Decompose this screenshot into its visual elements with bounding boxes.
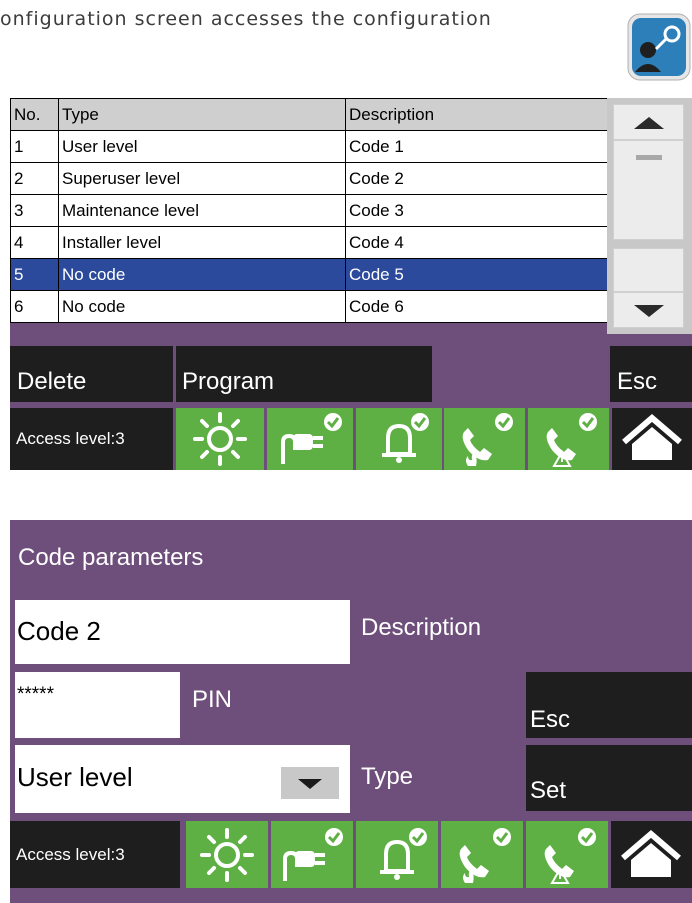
cell-description: Code 2 — [345, 162, 608, 195]
user-key-icon — [626, 10, 692, 82]
description-label: Description — [361, 614, 482, 641]
set-button[interactable]: Set — [526, 745, 692, 811]
cell-no: 6 — [10, 290, 59, 323]
esc-button[interactable]: Esc — [526, 672, 692, 738]
cell-type: Maintenance level — [58, 194, 346, 227]
home-button[interactable] — [612, 408, 692, 470]
table-row[interactable]: 6 No code Code 6 — [10, 290, 608, 323]
home-icon — [622, 414, 682, 460]
codes-list-panel: No. Type Description 1 User level Code 1… — [10, 98, 692, 470]
pin-field[interactable]: ***** — [15, 672, 180, 738]
page-title: Code parameters — [18, 544, 204, 571]
access-level-indicator: Access level:3 — [10, 821, 180, 888]
intro-text: onfiguration screen accesses the configu… — [0, 8, 492, 30]
description-field[interactable]: Code 2 — [15, 600, 350, 664]
scroll-grip-icon — [636, 155, 662, 160]
bell-check-icon — [382, 413, 429, 463]
status-sun-tile — [176, 408, 264, 470]
cell-no: 3 — [10, 194, 59, 227]
phone-warning-check-icon — [546, 413, 597, 467]
status-alarm-tile — [356, 408, 442, 470]
status-fault-call-tile — [526, 821, 608, 888]
cell-type: Superuser level — [58, 162, 346, 195]
triangle-down-icon — [634, 305, 664, 317]
table-row[interactable]: 1 User level Code 1 — [10, 130, 608, 163]
scroll-up-button[interactable] — [613, 104, 684, 140]
table-scrollbar[interactable] — [607, 98, 692, 334]
column-header-type: Type — [58, 98, 346, 131]
access-level-indicator: Access level:3 — [10, 408, 173, 470]
table-row[interactable]: 4 Installer level Code 4 — [10, 226, 608, 259]
phone-fire-check-icon — [459, 828, 511, 883]
type-dropdown-button[interactable] — [281, 767, 339, 799]
scroll-thumb[interactable] — [613, 140, 684, 240]
cell-description: Code 6 — [345, 290, 608, 323]
bell-check-icon — [380, 828, 427, 880]
sun-icon — [200, 828, 254, 882]
cell-description: Code 1 — [345, 130, 608, 163]
phone-warning-check-icon — [544, 828, 596, 884]
home-icon — [621, 830, 681, 877]
type-select-value: User level — [17, 762, 133, 792]
codes-table: No. Type Description 1 User level Code 1… — [10, 98, 608, 323]
status-alarm-tile — [356, 821, 438, 888]
status-power-tile — [267, 408, 353, 470]
cell-no: 1 — [10, 130, 59, 163]
table-row[interactable]: 2 Superuser level Code 2 — [10, 162, 608, 195]
power-plug-check-icon — [283, 828, 343, 881]
phone-fire-check-icon — [462, 413, 513, 466]
table-row-selected[interactable]: 5 No code Code 5 — [10, 258, 608, 291]
cell-no: 2 — [10, 162, 59, 195]
type-select[interactable]: User level — [15, 745, 350, 813]
column-header-no: No. — [10, 98, 59, 131]
code-parameters-panel: Code parameters Code 2 Description *****… — [10, 520, 692, 903]
status-fault-call-tile — [528, 408, 609, 470]
home-button[interactable] — [611, 821, 692, 888]
esc-button[interactable]: Esc — [610, 346, 692, 402]
cell-type: No code — [58, 290, 346, 323]
cell-type: Installer level — [58, 226, 346, 259]
cell-description: Code 4 — [345, 226, 608, 259]
cell-type: No code — [58, 258, 346, 291]
column-header-description: Description — [345, 98, 608, 131]
status-power-tile — [271, 821, 353, 888]
cell-no: 5 — [10, 258, 59, 291]
cell-description: Code 5 — [345, 258, 608, 291]
type-label: Type — [361, 763, 414, 790]
power-plug-check-icon — [281, 413, 342, 464]
triangle-down-icon — [298, 779, 322, 789]
cell-type: User level — [58, 130, 346, 163]
sun-icon — [193, 412, 247, 466]
triangle-up-icon — [634, 117, 664, 129]
delete-button[interactable]: Delete — [10, 346, 173, 402]
pin-label: PIN — [192, 686, 233, 713]
program-button[interactable]: Program — [176, 346, 432, 402]
status-fire-call-tile — [444, 408, 525, 470]
table-header-row: No. Type Description — [10, 98, 608, 131]
scroll-track[interactable] — [613, 248, 684, 292]
table-row[interactable]: 3 Maintenance level Code 3 — [10, 194, 608, 227]
cell-no: 4 — [10, 226, 59, 259]
status-fire-call-tile — [441, 821, 523, 888]
scroll-down-button[interactable] — [613, 292, 684, 328]
cell-description: Code 3 — [345, 194, 608, 227]
status-sun-tile — [186, 821, 268, 888]
